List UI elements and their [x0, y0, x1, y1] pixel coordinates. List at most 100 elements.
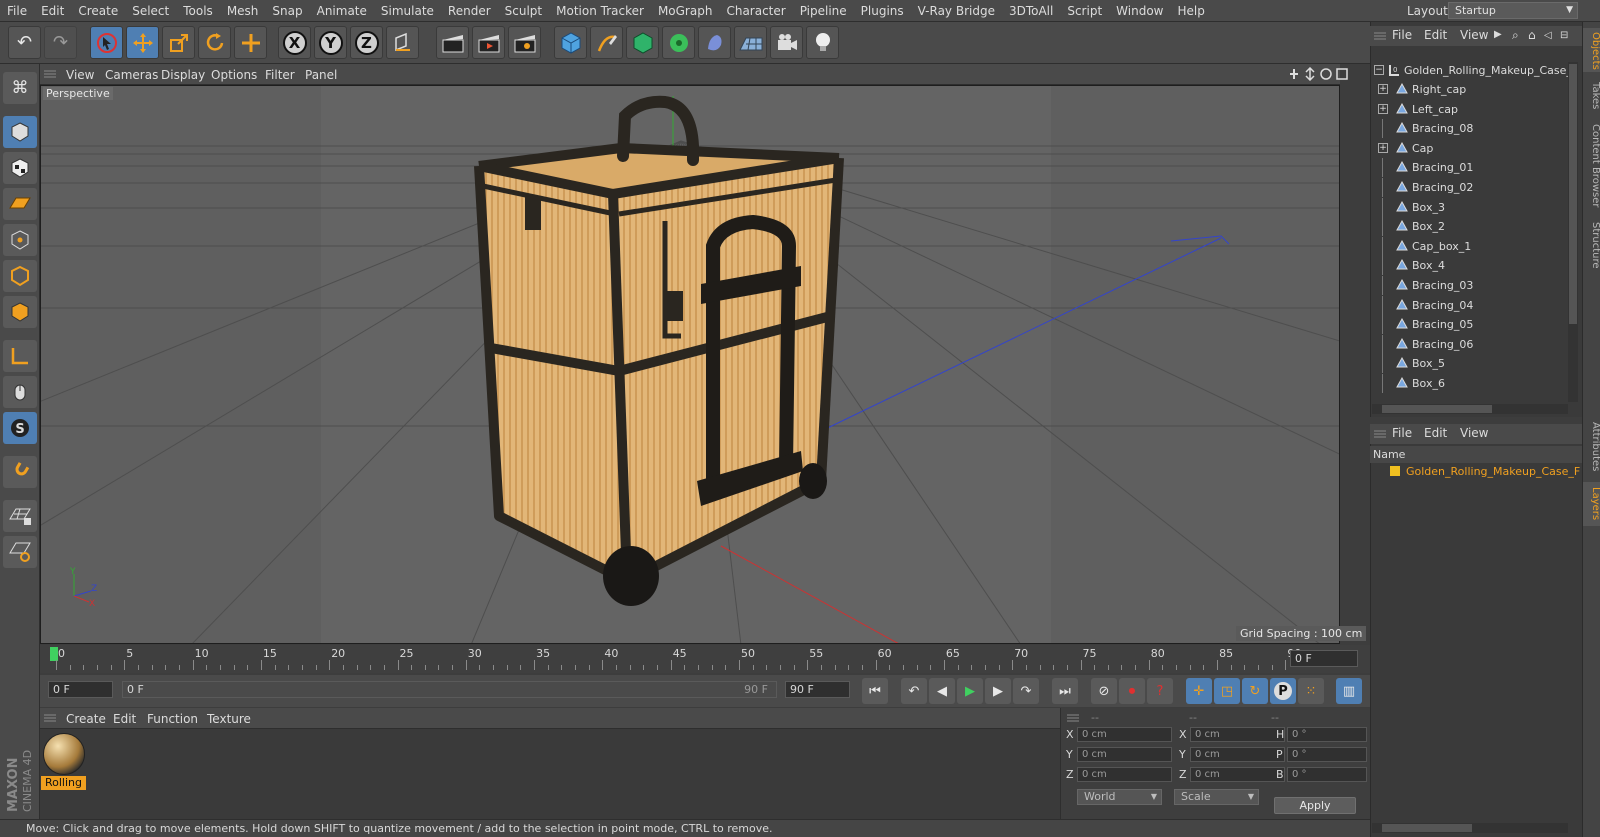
- viewport-nav-icons[interactable]: [1290, 67, 1370, 81]
- object-row[interactable]: + Cap: [1372, 139, 1568, 158]
- workplane-mode-button[interactable]: [3, 188, 37, 220]
- object-list-vertical-scrollbar[interactable]: [1568, 62, 1578, 402]
- menu-render[interactable]: Render: [441, 4, 498, 18]
- keyframe-selection-button[interactable]: ⊘: [1091, 678, 1117, 704]
- rotate-tool-button[interactable]: [198, 26, 231, 59]
- object-row[interactable]: Bracing_04: [1372, 295, 1568, 315]
- tab-attributes[interactable]: Attributes: [1583, 418, 1600, 476]
- back-icon[interactable]: ◁: [1544, 30, 1552, 41]
- menu-create[interactable]: Create: [71, 4, 125, 18]
- subdivision-button[interactable]: [626, 26, 659, 59]
- drag-handle-icon[interactable]: [44, 712, 56, 724]
- viewport-menu-filter[interactable]: Filter: [265, 68, 295, 82]
- coordinate-system-button[interactable]: [386, 26, 419, 59]
- select-tool-button[interactable]: [90, 26, 123, 59]
- object-row[interactable]: Box_6: [1372, 374, 1568, 393]
- tab-content-browser[interactable]: Content Browser: [1583, 120, 1600, 212]
- move-tool-button[interactable]: [126, 26, 159, 59]
- playhead-marker[interactable]: [50, 647, 58, 661]
- menu-sculpt[interactable]: Sculpt: [498, 4, 549, 18]
- viewport-menu-panel[interactable]: Panel: [305, 68, 337, 82]
- material-name-label[interactable]: Rolling: [41, 776, 86, 790]
- coord-size-x-field[interactable]: 0 cm: [1190, 727, 1285, 742]
- edges-mode-button[interactable]: [3, 260, 37, 292]
- tab-structure[interactable]: Structure: [1583, 218, 1600, 272]
- auto-key-button[interactable]: ?: [1147, 678, 1173, 704]
- transform-tool-button[interactable]: [234, 26, 267, 59]
- apply-button[interactable]: Apply: [1274, 797, 1356, 814]
- key-parameter-button[interactable]: P: [1270, 678, 1296, 704]
- coord-size-z-field[interactable]: 0 cm: [1190, 767, 1285, 782]
- object-row[interactable]: Box_3: [1372, 197, 1568, 217]
- next-frame-button[interactable]: ▶: [985, 678, 1011, 704]
- layer-color-swatch[interactable]: [1390, 466, 1400, 476]
- go-to-start-button[interactable]: ⏮: [862, 678, 888, 704]
- play-button[interactable]: ▶: [957, 678, 983, 704]
- menu-arrow-icon[interactable]: ▶: [1494, 29, 1502, 40]
- layer-menu-view[interactable]: View: [1460, 426, 1488, 440]
- layer-row[interactable]: Golden_Rolling_Makeup_Case_Fo: [1390, 463, 1580, 480]
- object-row[interactable]: Box_2: [1372, 217, 1568, 237]
- menu-simulate[interactable]: Simulate: [374, 4, 441, 18]
- snapping-button[interactable]: S: [3, 412, 37, 444]
- drag-handle-icon[interactable]: [44, 68, 56, 80]
- layer-name-column-header[interactable]: Name: [1370, 446, 1582, 463]
- x-axis-lock-button[interactable]: X: [278, 26, 311, 59]
- tab-objects[interactable]: Objects: [1583, 28, 1600, 72]
- material-menu-function[interactable]: Function: [147, 712, 198, 726]
- key-scale-button[interactable]: ◳: [1214, 678, 1240, 704]
- menu-help[interactable]: Help: [1170, 4, 1211, 18]
- viewport-menu-options[interactable]: Options: [211, 68, 257, 82]
- previous-frame-button[interactable]: ◀: [929, 678, 955, 704]
- menu-plugins[interactable]: Plugins: [854, 4, 911, 18]
- object-row[interactable]: Bracing_03: [1372, 276, 1568, 295]
- coord-rot-p-field[interactable]: 0 °: [1287, 747, 1367, 762]
- key-position-button[interactable]: ✛: [1186, 678, 1212, 704]
- cloner-button[interactable]: [662, 26, 695, 59]
- perspective-viewport[interactable]: Y Z X: [40, 85, 1340, 644]
- tab-layers[interactable]: Layers: [1583, 482, 1600, 526]
- coord-pos-y-field[interactable]: 0 cm: [1077, 747, 1172, 762]
- expand-icon[interactable]: +: [1378, 142, 1388, 153]
- coord-mode-dropdown[interactable]: Scale ▼: [1174, 789, 1259, 805]
- collapse-icon[interactable]: −: [1374, 65, 1384, 75]
- menu-file[interactable]: File: [0, 4, 34, 18]
- make-editable-button[interactable]: ⌘: [3, 72, 37, 104]
- layout-dropdown[interactable]: Startup ▼: [1448, 2, 1578, 19]
- deformer-button[interactable]: [698, 26, 731, 59]
- object-menu-file[interactable]: File: [1392, 28, 1412, 42]
- drag-handle-icon[interactable]: [1067, 712, 1079, 724]
- layer-menu-file[interactable]: File: [1392, 426, 1412, 440]
- timeline-ruler[interactable]: 051015202530354045505560657075808590: [40, 645, 1370, 673]
- key-pla-button[interactable]: ⁙: [1298, 678, 1324, 704]
- viewport-menu-cameras[interactable]: Cameras: [105, 68, 158, 82]
- go-to-end-button[interactable]: ⏭: [1052, 678, 1078, 704]
- planar-workplane-button[interactable]: [3, 536, 37, 568]
- layer-horizontal-scrollbar[interactable]: [1372, 823, 1568, 833]
- axis-mode-button[interactable]: [3, 340, 37, 372]
- start-frame-field[interactable]: 0 F: [48, 681, 113, 698]
- coord-space-dropdown[interactable]: World ▼: [1077, 789, 1162, 805]
- floor-button[interactable]: [734, 26, 767, 59]
- viewport-menu-display[interactable]: Display: [161, 68, 205, 82]
- menu-3dtoall[interactable]: 3DToAll: [1002, 4, 1060, 18]
- key-rotation-button[interactable]: ↻: [1242, 678, 1268, 704]
- record-button[interactable]: ⏺: [1119, 678, 1145, 704]
- menu-script[interactable]: Script: [1060, 4, 1109, 18]
- object-row[interactable]: + Left_cap: [1372, 100, 1568, 119]
- object-row[interactable]: Bracing_08: [1372, 119, 1568, 139]
- drag-handle-icon[interactable]: [1374, 30, 1386, 42]
- menu-mograph[interactable]: MoGraph: [651, 4, 720, 18]
- menu-mesh[interactable]: Mesh: [220, 4, 266, 18]
- object-root-row[interactable]: − 0 Golden_Rolling_Makeup_Case_F: [1372, 61, 1578, 80]
- expand-icon[interactable]: +: [1378, 103, 1388, 114]
- object-row[interactable]: Cap_box_1: [1372, 236, 1568, 256]
- previous-key-button[interactable]: ↶: [901, 678, 927, 704]
- tab-takes[interactable]: Takes: [1583, 78, 1600, 114]
- object-menu-edit[interactable]: Edit: [1424, 28, 1447, 42]
- material-menu-texture[interactable]: Texture: [207, 712, 251, 726]
- undo-button[interactable]: ↶: [8, 26, 41, 59]
- object-row[interactable]: Bracing_05: [1372, 315, 1568, 335]
- render-to-picture-viewer-button[interactable]: [472, 26, 505, 59]
- coord-pos-z-field[interactable]: 0 cm: [1077, 767, 1172, 782]
